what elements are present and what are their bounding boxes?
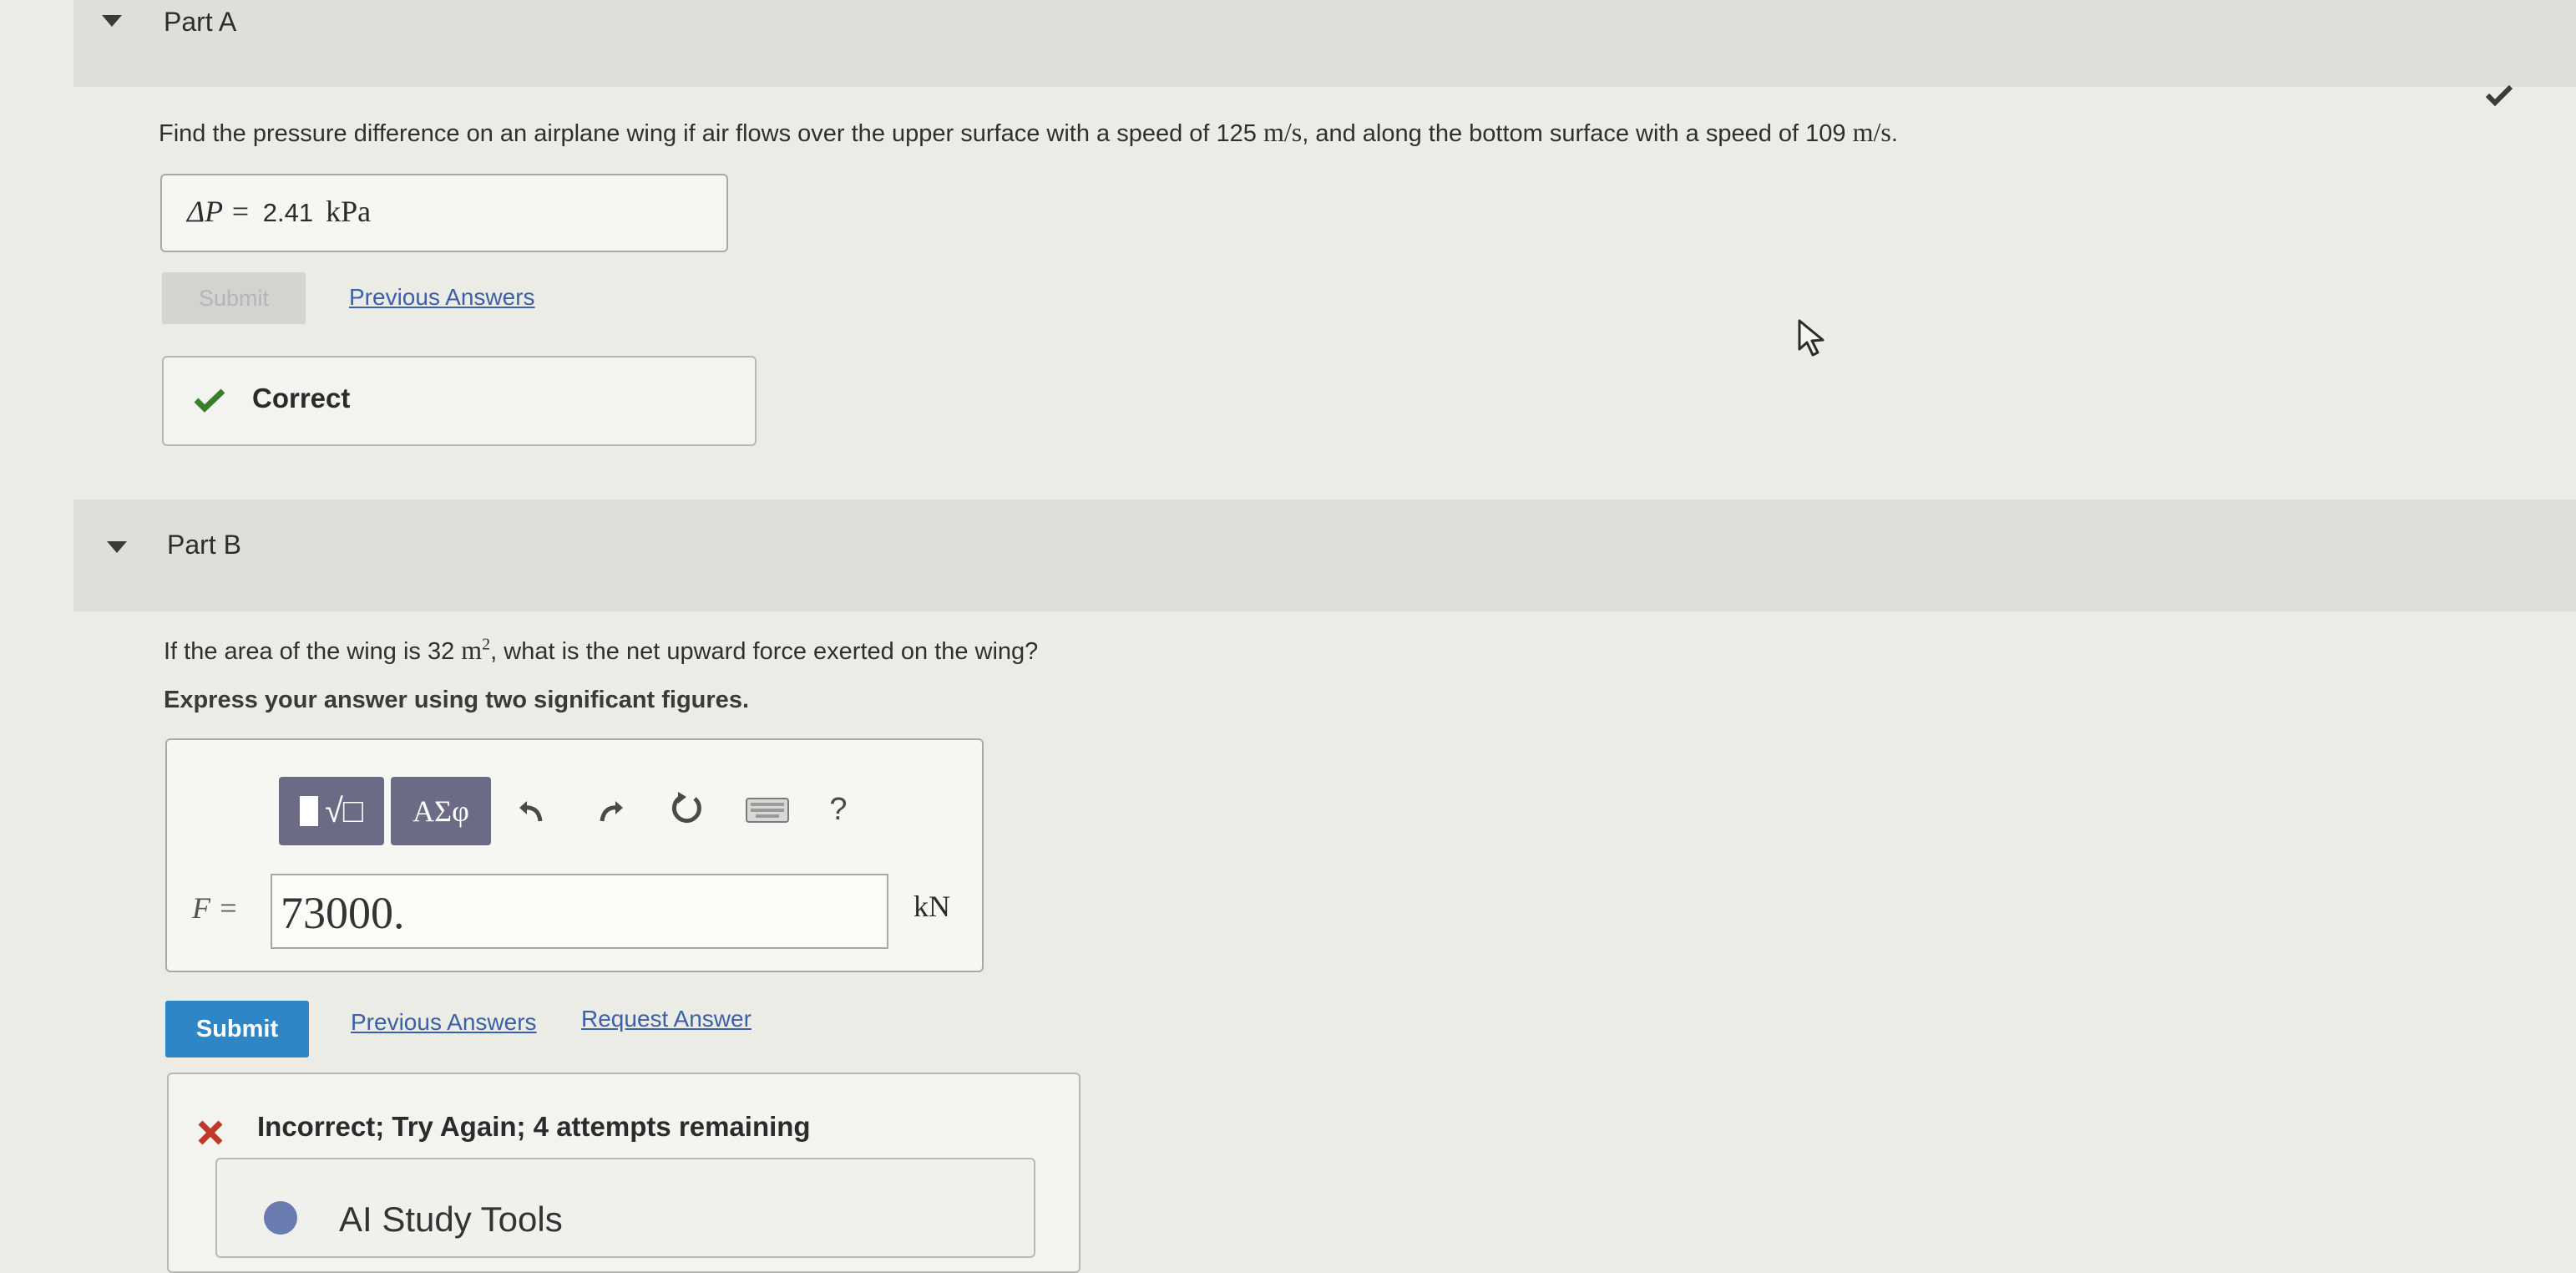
answer-unit: kPa <box>326 195 372 228</box>
previous-answers-link[interactable]: Previous Answers <box>349 284 535 311</box>
checkmark-icon <box>194 388 225 413</box>
help-icon[interactable]: ? <box>822 789 855 830</box>
part-a-title: Part A <box>164 7 237 37</box>
submit-button[interactable]: Submit <box>162 272 306 324</box>
speed-unit: m/s <box>1263 117 1303 147</box>
submit-button[interactable]: Submit <box>165 1001 309 1057</box>
collapse-caret-icon[interactable] <box>107 541 127 553</box>
answer-unit: kN <box>913 890 950 923</box>
collapse-caret-icon[interactable] <box>102 15 122 27</box>
redo-icon[interactable] <box>593 792 630 829</box>
part-a-feedback: Correct <box>162 356 757 446</box>
close-icon <box>198 1120 223 1145</box>
mouse-pointer-icon <box>1798 319 1824 357</box>
templates-button[interactable]: √□ <box>279 777 384 845</box>
part-b-title: Part B <box>167 530 241 560</box>
ai-tools-icon <box>264 1201 297 1235</box>
instruction-text: Express your answer using two significan… <box>164 687 749 713</box>
part-b-feedback: Incorrect; Try Again; 4 attempts remaini… <box>167 1073 1081 1273</box>
speed-unit: m/s <box>1852 117 1891 147</box>
feedback-label: Incorrect; Try Again; 4 attempts remaini… <box>257 1111 811 1142</box>
answer-input[interactable]: 73000. <box>271 874 888 949</box>
answer-input-value: 73000. <box>281 888 405 938</box>
request-answer-link[interactable]: Request Answer <box>581 1006 752 1032</box>
answer-variable: F = <box>192 891 239 925</box>
checkmark-icon <box>2485 84 2513 107</box>
answer-editor: √□ ΑΣφ ? F = 73000. kN <box>165 738 984 972</box>
feedback-label: Correct <box>252 383 351 413</box>
ai-study-tools-panel[interactable]: AI Study Tools <box>215 1158 1035 1258</box>
symbols-button[interactable]: ΑΣφ <box>391 777 491 845</box>
ai-tools-label: AI Study Tools <box>339 1199 563 1239</box>
answer-variable: ΔP = <box>187 195 251 228</box>
reset-icon[interactable] <box>668 789 708 829</box>
part-b-question: If the area of the wing is 32 m2, what i… <box>164 635 1039 665</box>
part-a-answer-box: ΔP = 2.41 kPa <box>160 174 728 252</box>
part-a-header[interactable] <box>73 0 2576 87</box>
sqrt-template-icon: √□ <box>324 792 364 829</box>
part-b-header[interactable] <box>73 500 2576 611</box>
part-a-question: Find the pressure difference on an airpl… <box>159 117 1898 147</box>
previous-answers-link[interactable]: Previous Answers <box>351 1009 537 1036</box>
area-unit: m2 <box>461 635 491 665</box>
answer-value: 2.41 <box>262 198 314 227</box>
undo-icon[interactable] <box>513 792 549 829</box>
square-icon <box>299 796 318 826</box>
keyboard-icon[interactable] <box>743 794 792 827</box>
